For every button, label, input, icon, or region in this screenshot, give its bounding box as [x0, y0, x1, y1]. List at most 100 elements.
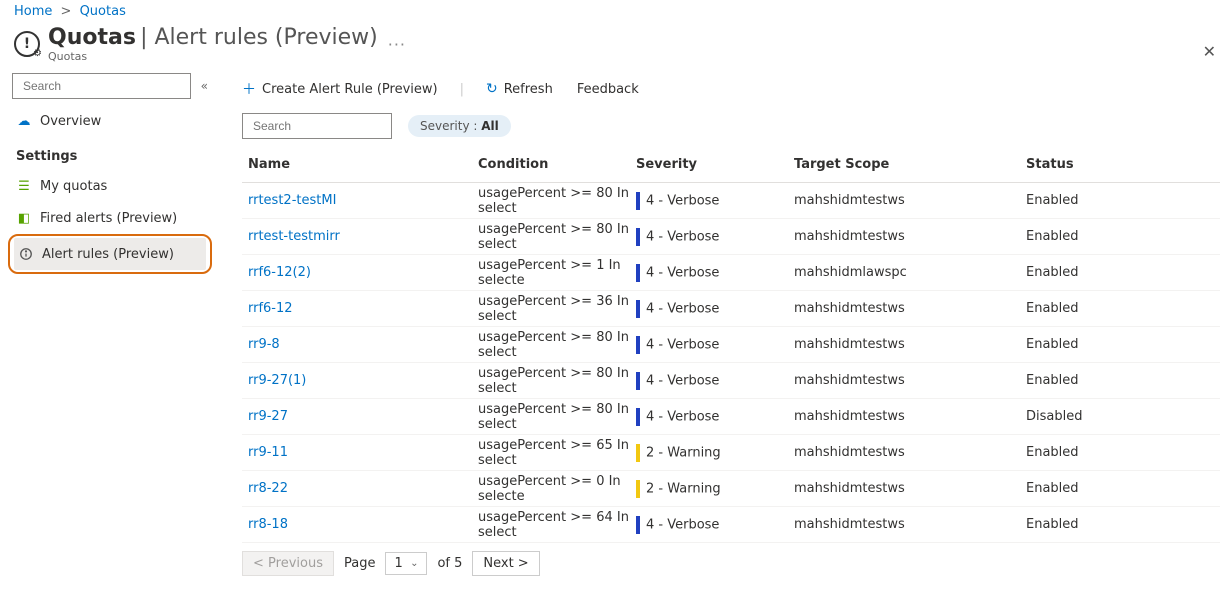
rule-scope: mahshidmtestws — [794, 445, 1026, 460]
rule-status: Enabled — [1026, 481, 1214, 496]
sidebar-search[interactable] — [12, 73, 191, 99]
rule-status: Enabled — [1026, 301, 1214, 316]
breadcrumb-home[interactable]: Home — [14, 4, 52, 19]
table-row[interactable]: rr9-11 usagePercent >= 65 In select2 - Wa… — [242, 435, 1220, 471]
severity-bar-icon — [636, 336, 640, 354]
feedback-label: Feedback — [577, 82, 639, 97]
sidebar-search-input[interactable] — [23, 79, 184, 93]
col-status[interactable]: Status — [1026, 157, 1214, 172]
severity-bar-icon — [636, 480, 640, 498]
table-row[interactable]: rr8-22usagePercent >= 0 In selecte2 - Wa… — [242, 471, 1220, 507]
breadcrumb-quotas[interactable]: Quotas — [80, 4, 126, 19]
rule-status: Enabled — [1026, 445, 1214, 460]
page-title: Quotas — [48, 25, 136, 50]
rule-severity: 4 - Verbose — [636, 372, 794, 390]
page-select[interactable]: 1 ⌄ — [385, 552, 427, 575]
refresh-button[interactable]: ↻ Refresh — [486, 81, 553, 97]
table-row[interactable]: rr9-27(1) usagePercent >= 80 In select4 -… — [242, 363, 1220, 399]
sidebar-item-label: Fired alerts (Preview) — [40, 211, 177, 226]
rule-scope: mahshidmtestws — [794, 409, 1026, 424]
more-icon[interactable]: ··· — [388, 35, 406, 54]
rule-severity: 4 - Verbose — [636, 264, 794, 282]
rule-condition: usagePercent >= 65 In select — [478, 438, 636, 468]
table-body: rrtest2-testMI usagePercent >= 80 In sele… — [242, 183, 1220, 543]
severity-bar-icon — [636, 408, 640, 426]
table-row[interactable]: rrf6-12usagePercent >= 36 In select4 - V… — [242, 291, 1220, 327]
rule-status: Enabled — [1026, 265, 1214, 280]
col-severity[interactable]: Severity — [636, 157, 794, 172]
refresh-label: Refresh — [504, 82, 553, 97]
rule-scope: mahshidmtestws — [794, 193, 1026, 208]
col-name[interactable]: Name — [248, 157, 478, 172]
cloud-icon: ☁ — [16, 113, 32, 129]
chevron-right-icon: > — [61, 4, 72, 19]
rule-name-link[interactable]: rr8-18 — [248, 517, 288, 532]
severity-bar-icon — [636, 228, 640, 246]
next-button[interactable]: Next > — [472, 551, 539, 576]
rule-condition: usagePercent >= 80 In select — [478, 402, 636, 432]
severity-filter[interactable]: Severity : All — [408, 115, 511, 137]
sidebar-item-label: Overview — [40, 114, 101, 129]
table-row[interactable]: rr8-18usagePercent >= 64 In select4 - Ve… — [242, 507, 1220, 543]
rule-status: Enabled — [1026, 517, 1214, 532]
rule-severity: 2 - Warning — [636, 444, 794, 462]
collapse-icon[interactable]: « — [201, 79, 208, 93]
page-section: | Alert rules (Preview) — [140, 25, 378, 50]
rule-name-link[interactable]: rr8-22 — [248, 481, 288, 496]
feedback-button[interactable]: Feedback — [571, 82, 639, 97]
sidebar: « ☁ Overview Settings ☰ My quotas ◧ Fire… — [0, 71, 218, 576]
rule-name-link[interactable]: rrtest2-testMI — [248, 193, 336, 208]
rule-scope: mahshidmtestws — [794, 229, 1026, 244]
table-search[interactable] — [242, 113, 392, 139]
rule-severity: 4 - Verbose — [636, 192, 794, 210]
sidebar-item-fired-alerts[interactable]: ◧ Fired alerts (Preview) — [12, 202, 208, 234]
rule-condition: usagePercent >= 80 In select — [478, 366, 636, 396]
table-row[interactable]: rr9-8usagePercent >= 80 In select4 - Ver… — [242, 327, 1220, 363]
sidebar-item-alert-rules[interactable]: Alert rules (Preview) — [14, 238, 206, 270]
table-row[interactable]: rrf6-12(2)usagePercent >= 1 In selecte4 … — [242, 255, 1220, 291]
rule-status: Enabled — [1026, 229, 1214, 244]
rule-condition: usagePercent >= 80 In select — [478, 186, 636, 216]
page-total: of 5 — [437, 556, 462, 571]
highlight-alert-rules: Alert rules (Preview) — [8, 234, 212, 274]
rule-name-link[interactable]: rr9-27 — [248, 409, 288, 424]
current-page: 1 — [394, 556, 402, 571]
severity-bar-icon — [636, 264, 640, 282]
severity-bar-icon — [636, 444, 640, 462]
col-condition[interactable]: Condition — [478, 157, 636, 172]
rule-name-link[interactable]: rrf6-12 — [248, 301, 293, 316]
rule-name-link[interactable]: rr9-11 — [248, 445, 288, 460]
rule-name-link[interactable]: rr9-8 — [248, 337, 280, 352]
table-row[interactable]: rrtest2-testMI usagePercent >= 80 In sele… — [242, 183, 1220, 219]
table-search-input[interactable] — [253, 119, 385, 133]
severity-bar-icon — [636, 516, 640, 534]
severity-bar-icon — [636, 192, 640, 210]
rule-scope: mahshidmlawspc — [794, 265, 1026, 280]
close-icon[interactable]: ✕ — [1203, 42, 1216, 61]
severity-filter-value: All — [481, 119, 499, 133]
page-header: ⚙ Quotas | Alert rules (Preview) Quotas … — [0, 25, 1232, 71]
sidebar-item-overview[interactable]: ☁ Overview — [12, 105, 208, 137]
sidebar-item-my-quotas[interactable]: ☰ My quotas — [12, 170, 208, 202]
table-row[interactable]: rrtest-testmirrusagePercent >= 80 In sel… — [242, 219, 1220, 255]
rule-condition: usagePercent >= 0 In selecte — [478, 474, 636, 504]
rule-name-link[interactable]: rrf6-12(2) — [248, 265, 311, 280]
page-label: Page — [344, 556, 375, 571]
table-row[interactable]: rr9-27usagePercent >= 80 In select4 - Ve… — [242, 399, 1220, 435]
sidebar-item-label: My quotas — [40, 179, 107, 194]
rule-name-link[interactable]: rrtest-testmirr — [248, 229, 340, 244]
rule-scope: mahshidmtestws — [794, 517, 1026, 532]
rule-scope: mahshidmtestws — [794, 301, 1026, 316]
sidebar-item-label: Alert rules (Preview) — [42, 247, 174, 262]
filter-row: Severity : All — [242, 113, 1220, 139]
pager: < Previous Page 1 ⌄ of 5 Next > — [242, 551, 1220, 576]
rule-scope: mahshidmtestws — [794, 481, 1026, 496]
severity-bar-icon — [636, 300, 640, 318]
rule-status: Enabled — [1026, 337, 1214, 352]
rule-status: Disabled — [1026, 409, 1214, 424]
col-scope[interactable]: Target Scope — [794, 157, 1026, 172]
rule-scope: mahshidmtestws — [794, 373, 1026, 388]
rule-name-link[interactable]: rr9-27(1) — [248, 373, 306, 388]
create-alert-rule-button[interactable]: ＋ Create Alert Rule (Preview) — [242, 79, 438, 99]
toolbar: ＋ Create Alert Rule (Preview) | ↻ Refres… — [242, 71, 1220, 107]
